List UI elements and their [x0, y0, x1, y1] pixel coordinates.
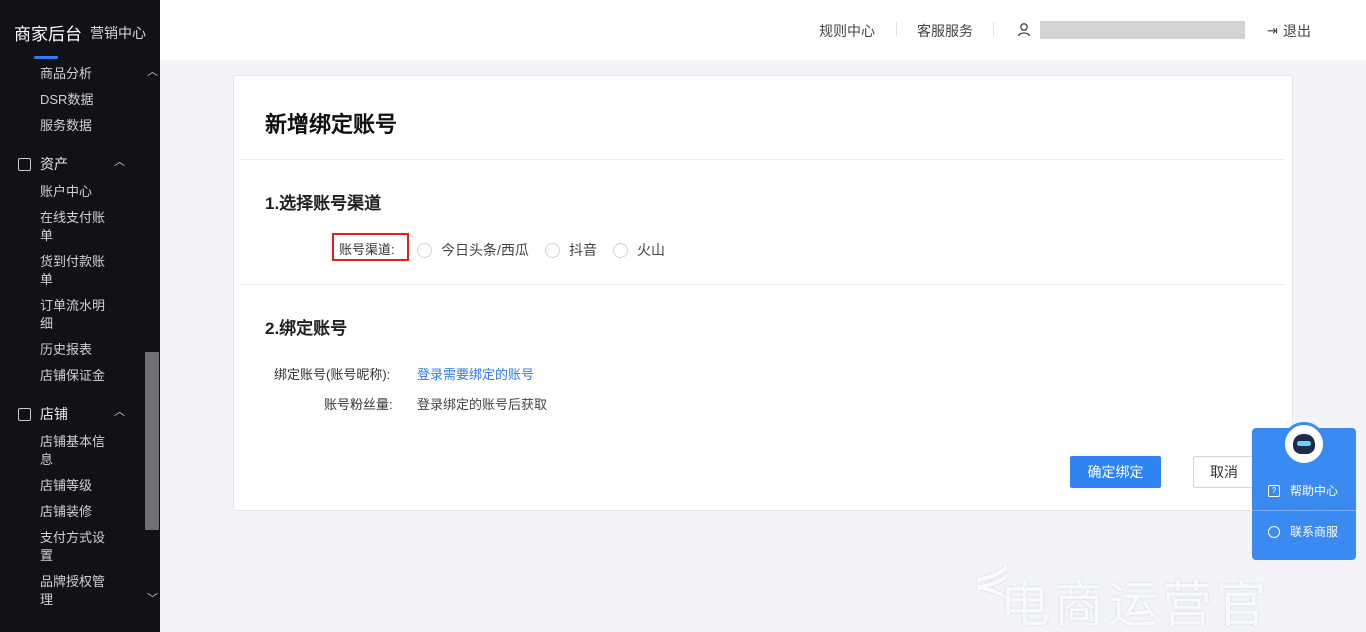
sidebar-item[interactable]: 在线支付账单	[40, 209, 110, 245]
fans-label: 账号粉丝量:	[324, 397, 393, 412]
sidebar-item[interactable]: 支付方式设置	[40, 529, 110, 565]
sidebar-title[interactable]: 商家后台	[14, 20, 82, 45]
divider	[241, 284, 1285, 285]
channel-label: 账号渠道:	[339, 242, 395, 257]
help-center-label: 帮助中心	[1290, 484, 1339, 498]
radio-douyin[interactable]: 抖音	[545, 240, 597, 260]
chevron-down-icon[interactable]: ﹀	[147, 590, 158, 606]
sidebar-item[interactable]: 账户中心	[40, 183, 110, 201]
radio-circle[interactable]	[613, 242, 628, 258]
chevron-up-icon[interactable]: ︿	[114, 403, 125, 419]
radio-circle[interactable]	[417, 242, 432, 258]
username-redacted	[1040, 21, 1245, 39]
rules-center-link[interactable]: 规则中心	[819, 21, 875, 41]
divider	[896, 22, 897, 36]
question-icon: ?	[1268, 484, 1280, 497]
confirm-bind-button[interactable]: 确定绑定	[1070, 456, 1161, 488]
divider	[241, 159, 1285, 160]
contact-label: 联系商服	[1290, 525, 1339, 539]
active-indicator	[34, 56, 58, 59]
section-label: 店铺	[40, 406, 68, 422]
watermark-text: 电商运营官	[1000, 576, 1270, 632]
radio-circle[interactable]	[545, 242, 560, 258]
help-center-button[interactable]: ? 帮助中心	[1268, 482, 1338, 499]
cancel-button[interactable]: 取消	[1193, 456, 1255, 488]
headset-icon	[1268, 525, 1280, 538]
sidebar-subtitle[interactable]: 营销中心	[90, 23, 146, 43]
sidebar-item[interactable]: 店铺基本信息	[40, 433, 110, 469]
bind-account-label: 绑定账号(账号昵称):	[274, 367, 391, 382]
user-icon	[1017, 23, 1031, 37]
bind-account-card: 新增绑定账号 1.选择账号渠道 账号渠道: 今日头条/西瓜 抖音 火山 2.绑定…	[233, 75, 1293, 511]
sidebar-item[interactable]: 店铺等级	[40, 477, 110, 495]
shop-icon	[18, 407, 31, 421]
radio-label: 今日头条/西瓜	[441, 242, 529, 258]
radio-label: 抖音	[569, 242, 597, 258]
step1-title: 1.选择账号渠道	[265, 194, 382, 213]
sidebar-item[interactable]: 店铺保证金	[40, 367, 110, 385]
sidebar-item-service-data[interactable]: 服务数据	[40, 117, 110, 135]
robot-eyes	[1297, 441, 1311, 446]
sidebar-header: 商家后台 营销中心	[0, 0, 160, 60]
divider	[993, 22, 994, 36]
divider	[1252, 510, 1356, 511]
contact-service-button[interactable]: 联系商服	[1268, 523, 1338, 540]
radio-label: 火山	[637, 242, 665, 258]
assets-icon	[18, 157, 31, 171]
sidebar-item-dsr[interactable]: DSR数据	[40, 91, 110, 109]
sidebar-item[interactable]: 品牌授权管理	[40, 573, 110, 609]
chevron-up-icon[interactable]: ︿	[147, 63, 158, 79]
step2-title: 2.绑定账号	[265, 319, 348, 338]
login-bind-link[interactable]: 登录需要绑定的账号	[417, 364, 534, 383]
sidebar-item[interactable]: 订单流水明细	[40, 297, 110, 333]
sidebar-item[interactable]: 店铺装修	[40, 503, 110, 521]
section-label: 资产	[40, 156, 68, 172]
sidebar-section-assets[interactable]: 资产	[18, 154, 68, 174]
logout-icon[interactable]: ⇥	[1267, 23, 1278, 39]
robot-avatar-icon[interactable]	[1282, 422, 1326, 466]
chevron-up-icon[interactable]: ︿	[114, 153, 125, 169]
radio-toutiao[interactable]: 今日头条/西瓜	[417, 240, 529, 260]
sidebar-item[interactable]: 历史报表	[40, 341, 110, 359]
page-title: 新增绑定账号	[265, 112, 398, 137]
topbar: 规则中心 客服服务 ⇥ 退出	[160, 0, 1366, 60]
sidebar-item-product-analysis[interactable]: 商品分析	[40, 65, 110, 83]
fans-value: 登录绑定的账号后获取	[417, 397, 548, 412]
logout-link[interactable]: 退出	[1283, 21, 1311, 41]
sidebar: 商家后台 营销中心 商品分析 ︿ DSR数据 服务数据 资产 ︿ 账户中心 在线…	[0, 0, 160, 632]
radio-huoshan[interactable]: 火山	[613, 240, 665, 260]
sidebar-section-shop[interactable]: 店铺	[18, 404, 68, 424]
help-widget: ? 帮助中心 联系商服	[1252, 422, 1356, 560]
sidebar-item[interactable]: 货到付款账单	[40, 253, 110, 289]
customer-service-link[interactable]: 客服服务	[917, 21, 973, 41]
sidebar-scrollbar[interactable]	[145, 352, 159, 530]
